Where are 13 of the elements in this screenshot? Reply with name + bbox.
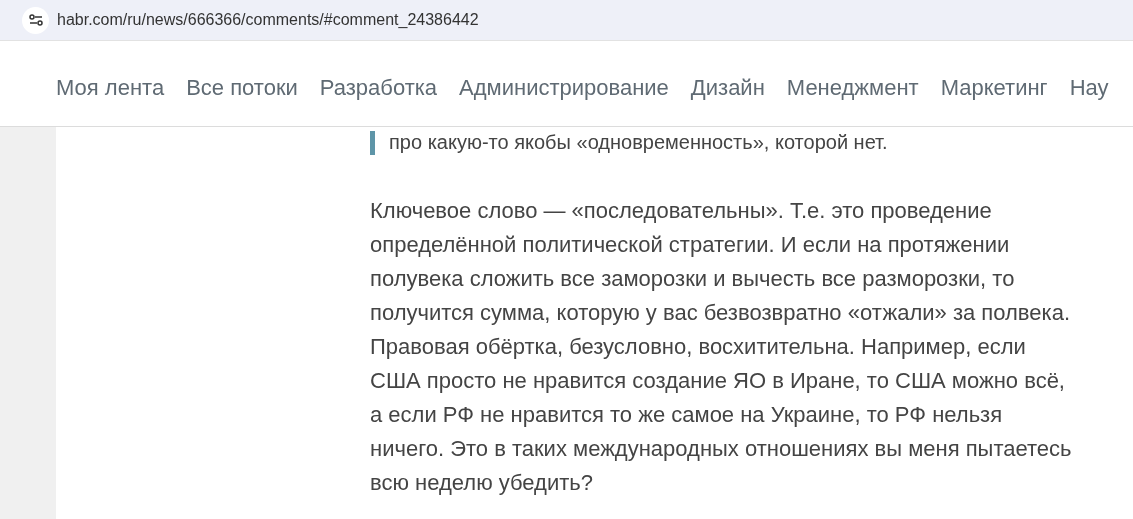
quote-bar xyxy=(370,130,375,155)
nav-link[interactable]: Моя лента xyxy=(56,70,165,104)
nav-link[interactable]: Разработка xyxy=(319,70,438,104)
nav-link[interactable]: Менеджмент xyxy=(786,70,919,104)
nav-link[interactable]: Дизайн xyxy=(690,70,765,104)
nav-link[interactable]: Администрирование xyxy=(459,70,669,104)
nav-link[interactable]: Все потоки xyxy=(186,70,298,104)
settings-icon xyxy=(28,14,43,26)
quote-text: про какую-то якобы «одновременность», которой нет. xyxy=(389,130,888,155)
site-settings-button[interactable] xyxy=(22,6,49,34)
nav-link[interactable]: Маркетинг xyxy=(940,70,1048,104)
nav-link[interactable]: Нау xyxy=(1069,70,1109,104)
comment-text: Ключевое слово — «последовательны». Т.е. это проведение определённой политической стратегии. И если на протяжении полувека сложить все заморозки и вычесть все разморозки, то получится сумма, которую у вас безвозвратно «отжали» за полвека. Правовая обёртка, безусловно, восхитительна. Например, если США просто не нравится создание ЯО в Иране, то США можно всё, а если РФ не нравится то же самое на Украине, то РФ нельзя ничего. Это в таких международных отношениях вы меня пытаетесь всю неделю убедить? xyxy=(370,197,1073,497)
